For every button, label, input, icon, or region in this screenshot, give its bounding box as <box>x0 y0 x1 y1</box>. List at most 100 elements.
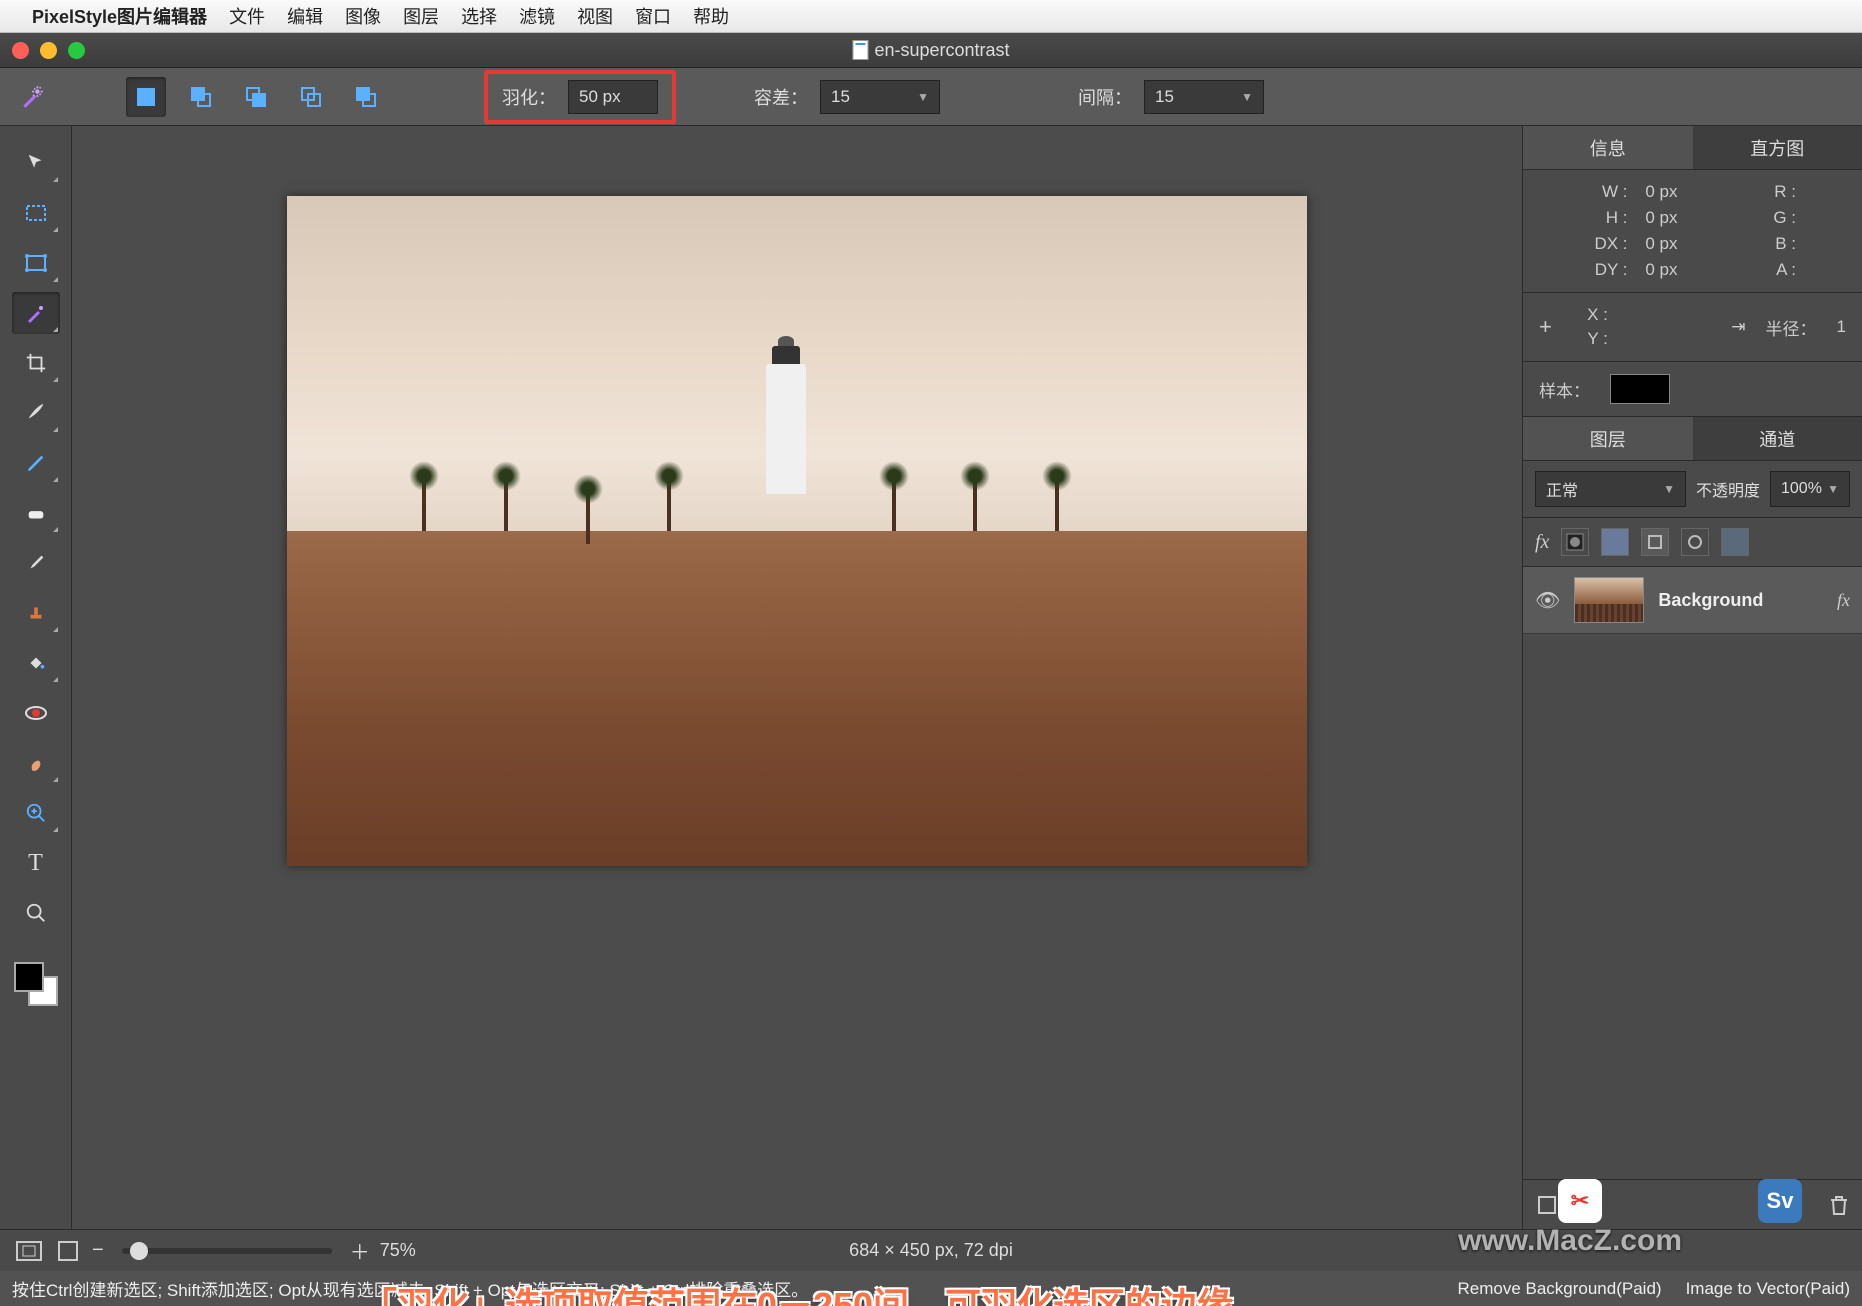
transform-tool[interactable] <box>12 242 60 284</box>
actual-size-icon[interactable] <box>58 1241 78 1261</box>
fx-square-2[interactable] <box>1641 528 1669 556</box>
tool-options-bar: 羽化： 容差： 15 ▼ 间隔： 15 ▼ <box>0 68 1862 126</box>
stamp-tool[interactable] <box>12 592 60 634</box>
zoom-out-tool[interactable] <box>12 892 60 934</box>
crop-tool[interactable] <box>12 342 60 384</box>
fx-square-4[interactable] <box>1721 528 1749 556</box>
document-name: en-supercontrast <box>874 40 1009 61</box>
magic-wand-tool[interactable] <box>12 292 60 334</box>
menu-image[interactable]: 图像 <box>345 3 381 29</box>
menu-window[interactable]: 窗口 <box>635 3 671 29</box>
arrow-right-icon: ⇥ <box>1731 317 1745 337</box>
fit-screen-icon[interactable] <box>16 1241 42 1261</box>
new-layer-icon[interactable] <box>1537 1195 1557 1215</box>
color-swatches[interactable] <box>14 962 58 1006</box>
zoom-out-icon[interactable]: − <box>92 1239 104 1262</box>
move-tool[interactable] <box>12 142 60 184</box>
zoom-value: 75% <box>380 1240 416 1261</box>
layer-mask-icon[interactable] <box>1561 528 1589 556</box>
layer-fx-indicator[interactable]: fx <box>1837 590 1850 611</box>
info-y-value <box>1614 329 1658 349</box>
opacity-select[interactable]: 100% ▼ <box>1770 471 1850 507</box>
minimize-window-button[interactable] <box>40 42 57 59</box>
scissors-app-icon[interactable]: ✂ <box>1558 1179 1602 1223</box>
selection-intersect-button[interactable] <box>291 77 331 117</box>
interval-value: 15 <box>1155 87 1174 107</box>
tolerance-select[interactable]: 15 ▼ <box>820 80 940 114</box>
selection-new-button[interactable] <box>126 77 166 117</box>
tab-info[interactable]: 信息 <box>1523 126 1693 169</box>
info-dy-label: DY : <box>1592 260 1628 280</box>
info-b-value <box>1802 234 1846 254</box>
app-name[interactable]: PixelStyle图片编辑器 <box>32 3 207 29</box>
pencil-tool[interactable] <box>12 442 60 484</box>
menu-view[interactable]: 视图 <box>577 3 613 29</box>
opacity-value: 100% <box>1781 480 1822 498</box>
menu-layer[interactable]: 图层 <box>403 3 439 29</box>
document-icon <box>852 40 868 60</box>
chevron-down-icon: ▼ <box>1827 482 1839 496</box>
sv-app-icon[interactable]: Sv <box>1758 1179 1802 1223</box>
foreground-color-swatch[interactable] <box>14 962 44 992</box>
fx-square-1[interactable] <box>1601 528 1629 556</box>
brush-tool[interactable] <box>12 392 60 434</box>
selection-add-button[interactable] <box>181 77 221 117</box>
window-titlebar: en-supercontrast <box>0 33 1862 68</box>
chevron-down-icon: ▼ <box>1663 482 1675 496</box>
maximize-window-button[interactable] <box>68 42 85 59</box>
eraser-tool[interactable] <box>12 492 60 534</box>
fx-label[interactable]: fx <box>1535 531 1549 554</box>
menu-help[interactable]: 帮助 <box>693 3 729 29</box>
layer-item[interactable]: 👁 Background fx <box>1523 567 1862 634</box>
layer-name: Background <box>1658 590 1823 611</box>
image-to-vector-link[interactable]: Image to Vector(Paid) <box>1686 1279 1850 1299</box>
selection-mode-group <box>126 77 386 117</box>
annotation-caption: 「羽化」选项取值范围在0－250间，可羽化选区的边缘 <box>361 1277 1233 1306</box>
trash-icon[interactable] <box>1830 1195 1848 1215</box>
eyedropper-tool[interactable] <box>12 542 60 584</box>
chevron-down-icon: ▼ <box>1241 90 1253 104</box>
zoom-slider[interactable] <box>122 1248 332 1254</box>
selection-exclude-button[interactable] <box>346 77 386 117</box>
feather-highlight: 羽化： <box>484 70 676 124</box>
zoom-in-icon[interactable]: ＋ <box>350 1236 370 1265</box>
canvas-image[interactable] <box>287 196 1307 866</box>
redeye-tool[interactable] <box>12 692 60 734</box>
zoom-tool[interactable] <box>12 792 60 834</box>
menu-select[interactable]: 选择 <box>461 3 497 29</box>
image-dimensions: 684 × 450 px, 72 dpi <box>849 1240 1013 1261</box>
interval-select[interactable]: 15 ▼ <box>1144 80 1264 114</box>
info-w-label: W : <box>1592 182 1628 202</box>
canvas-area[interactable]: 「羽化」选项取值范围在0－250间，可羽化选区的边缘 <box>72 126 1522 1229</box>
smudge-tool[interactable] <box>12 742 60 784</box>
info-y-label: Y : <box>1572 329 1608 349</box>
remove-bg-link[interactable]: Remove Background(Paid) <box>1457 1279 1661 1299</box>
sample-swatch <box>1610 374 1670 404</box>
menu-file[interactable]: 文件 <box>229 3 265 29</box>
menu-edit[interactable]: 编辑 <box>287 3 323 29</box>
visibility-icon[interactable]: 👁 <box>1535 588 1560 613</box>
tab-histogram[interactable]: 直方图 <box>1693 126 1862 169</box>
rect-select-tool[interactable] <box>12 192 60 234</box>
radius-label: 半径： <box>1766 315 1817 340</box>
bucket-tool[interactable] <box>12 642 60 684</box>
info-dx-label: DX : <box>1592 234 1628 254</box>
macos-menubar: PixelStyle图片编辑器 文件 编辑 图像 图层 选择 滤镜 视图 窗口 … <box>0 0 1862 33</box>
tab-channels[interactable]: 通道 <box>1693 417 1862 460</box>
selection-subtract-button[interactable] <box>236 77 276 117</box>
info-w-value: 0 px <box>1634 182 1678 202</box>
menu-filter[interactable]: 滤镜 <box>519 3 555 29</box>
info-g-label: G : <box>1760 208 1796 228</box>
blend-mode-select[interactable]: 正常▼ <box>1535 471 1686 507</box>
fx-square-3[interactable] <box>1681 528 1709 556</box>
info-dy-value: 0 px <box>1634 260 1678 280</box>
interval-label: 间隔： <box>1078 84 1132 110</box>
plus-icon[interactable]: + <box>1539 314 1552 340</box>
close-window-button[interactable] <box>12 42 29 59</box>
feather-input[interactable] <box>568 80 658 114</box>
text-tool[interactable]: T <box>12 842 60 884</box>
info-a-label: A : <box>1760 260 1796 280</box>
info-b-label: B : <box>1760 234 1796 254</box>
toolbox: T <box>0 126 72 1229</box>
tab-layers[interactable]: 图层 <box>1523 417 1693 460</box>
